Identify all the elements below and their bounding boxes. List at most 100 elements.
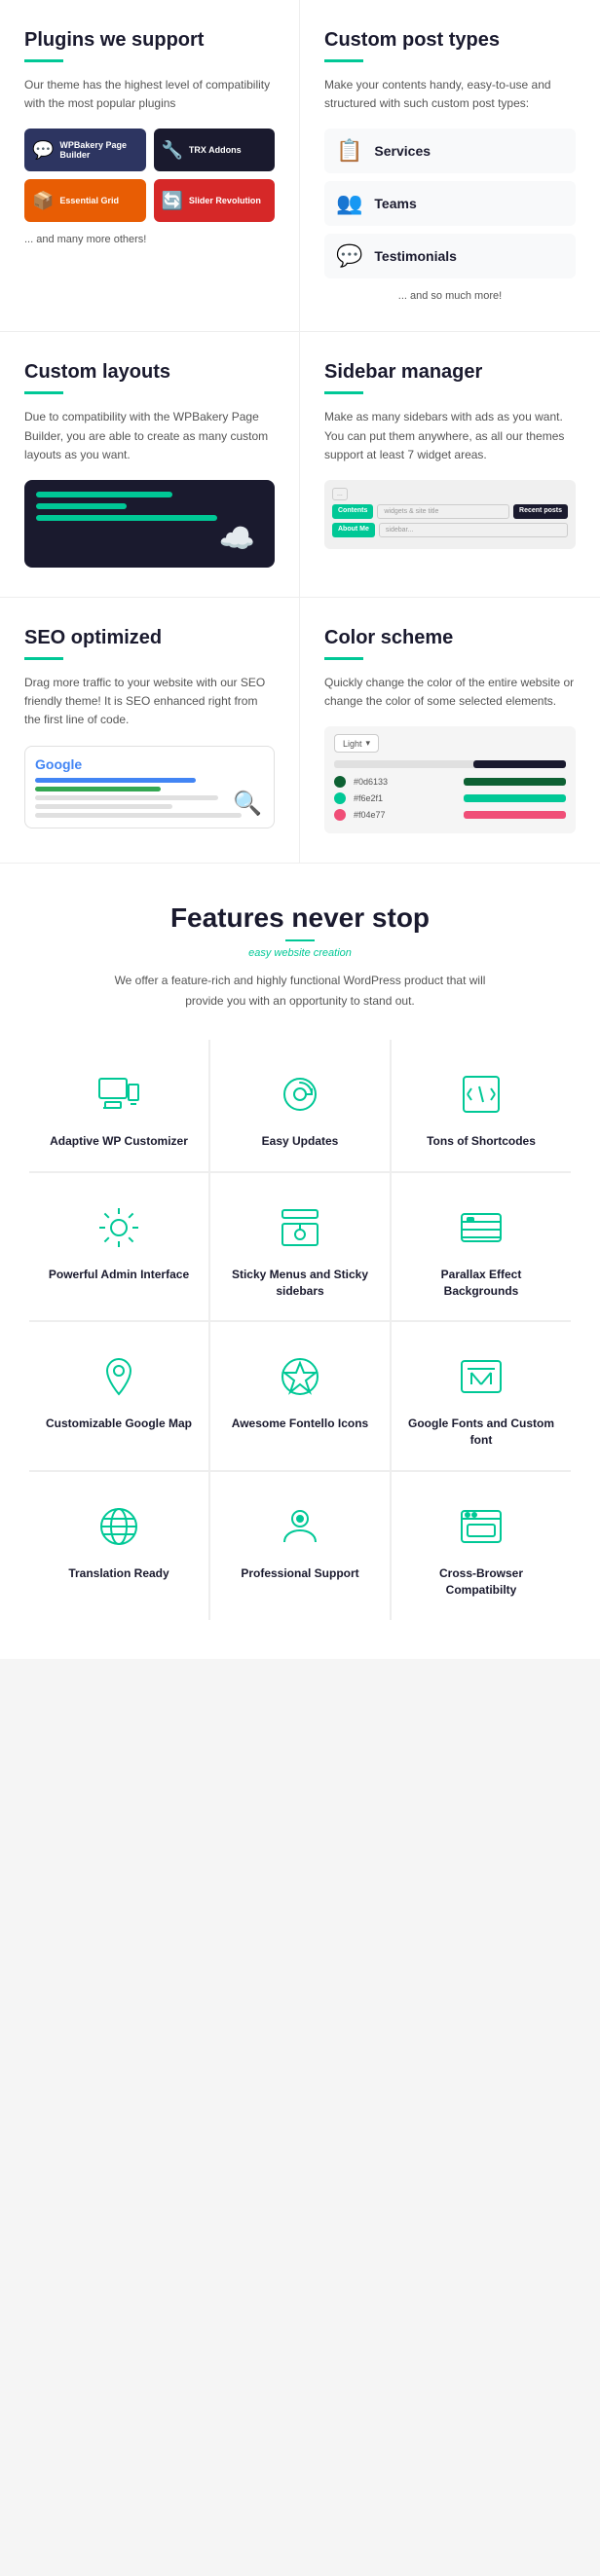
sidebar-row-1: ...	[332, 488, 568, 500]
color-row-3: #f04e77	[334, 809, 566, 821]
custom-post-green-line	[324, 59, 363, 62]
sidebar-row-2: Contents widgets & site title Recent pos…	[332, 504, 568, 519]
plugin-badge-trx: 🔧 TRX Addons	[154, 129, 276, 171]
teams-label: Teams	[374, 196, 416, 211]
features-green-divider	[285, 939, 315, 941]
plugin-badge-slider: 🔄 Slider Revolution	[154, 179, 276, 222]
cpt-services: 📋 Services	[324, 129, 576, 173]
translation-icon-wrap	[92, 1499, 146, 1554]
color-dot-1	[334, 776, 346, 788]
fontello-icon	[277, 1353, 323, 1400]
seo-preview: Google 🔍	[24, 746, 275, 828]
feature-label-adaptive: Adaptive WP Customizer	[50, 1133, 188, 1150]
teams-icon: 👥	[336, 191, 362, 216]
color-scheme-green-line	[324, 657, 363, 660]
feature-label-fonts: Google Fonts and Custom font	[407, 1416, 555, 1449]
color-bars-area	[334, 760, 566, 768]
feature-label-map: Customizable Google Map	[46, 1416, 192, 1432]
plugin-badge-essential: 📦 Essential Grid	[24, 179, 146, 222]
adaptive-wp-icon	[95, 1071, 142, 1118]
sidebar-btn-contents: Contents	[332, 504, 373, 519]
parallax-icon	[458, 1204, 505, 1251]
sidebar-outline-2: sidebar...	[379, 523, 568, 537]
testimonials-icon: 💬	[336, 243, 362, 269]
chevron-down-icon: ▾	[366, 738, 371, 749]
plugin-label-trx: TRX Addons	[189, 145, 242, 155]
color-row-1: #0d6133	[334, 776, 566, 788]
fonts-icon	[458, 1353, 505, 1400]
plugins-and-more: ... and many more others!	[24, 234, 275, 245]
fonts-icon-wrap	[454, 1349, 508, 1404]
admin-icon	[95, 1204, 142, 1251]
features-subtitle: easy website creation	[29, 947, 571, 959]
feature-sticky: Sticky Menus and Sticky sidebars	[210, 1173, 390, 1321]
fontello-icon-wrap	[273, 1349, 327, 1404]
color-scheme-desc: Quickly change the color of the entire w…	[324, 674, 576, 711]
parallax-icon-wrap	[454, 1200, 508, 1255]
services-icon: 📋	[336, 138, 362, 164]
adaptive-wp-icon-wrap	[92, 1067, 146, 1122]
sidebar-manager-green-line	[324, 391, 363, 394]
color-row-2: #f6e2f1	[334, 792, 566, 804]
slider-icon: 🔄	[162, 191, 183, 211]
browser-icon	[458, 1503, 505, 1550]
support-icon	[277, 1503, 323, 1550]
seo-line-3	[35, 813, 242, 818]
color-hex-1: #0d6133	[354, 777, 456, 787]
sidebar-manager-desc: Make as many sidebars with ads as you wa…	[324, 408, 576, 464]
color-bar-fill	[473, 760, 566, 768]
custom-layouts-section: Custom layouts Due to compatibility with…	[0, 332, 300, 597]
feature-browser: Cross-Browser Compatibilty	[392, 1472, 571, 1620]
translation-icon	[95, 1503, 142, 1550]
seo-desc: Drag more traffic to your website with o…	[24, 674, 275, 730]
seo-section: SEO optimized Drag more traffic to your …	[0, 598, 300, 863]
color-swatch-3	[464, 811, 566, 819]
admin-icon-wrap	[92, 1200, 146, 1255]
browser-icon-wrap	[454, 1499, 508, 1554]
feature-support: Professional Support	[210, 1472, 390, 1620]
plugin-label-slider: Slider Revolution	[189, 196, 261, 205]
plugins-desc: Our theme has the highest level of compa…	[24, 76, 275, 113]
sidebar-manager-title: Sidebar manager	[324, 361, 576, 384]
feature-adaptive-wp: Adaptive WP Customizer	[29, 1040, 208, 1171]
features-desc: We offer a feature-rich and highly funct…	[105, 971, 495, 1011]
color-select-box[interactable]: Light ▾	[334, 734, 379, 753]
layout-bar-1	[36, 492, 172, 497]
shortcodes-icon	[458, 1071, 505, 1118]
cpt-testimonials: 💬 Testimonials	[324, 234, 576, 278]
layout-bar-3	[36, 515, 217, 521]
sidebar-row-3: About Me sidebar...	[332, 523, 568, 537]
color-scheme-section: Color scheme Quickly change the color of…	[300, 598, 600, 863]
color-dot-3	[334, 809, 346, 821]
feature-fontello: Awesome Fontello Icons	[210, 1322, 390, 1470]
feature-label-translation: Translation Ready	[68, 1565, 169, 1582]
color-select-label: Light	[343, 739, 362, 749]
plugins-grid: 💬 WPBakery Page Builder 🔧 TRX Addons 📦 E…	[24, 129, 275, 222]
easy-updates-icon-wrap	[273, 1067, 327, 1122]
search-icon: 🔍	[233, 790, 262, 818]
shortcodes-icon-wrap	[454, 1067, 508, 1122]
easy-updates-icon	[277, 1071, 323, 1118]
sidebar-preview: ... Contents widgets & site title Recent…	[324, 480, 576, 549]
features-grid: Adaptive WP Customizer Easy Updates	[29, 1040, 571, 1620]
feature-translation: Translation Ready	[29, 1472, 208, 1620]
cpt-teams: 👥 Teams	[324, 181, 576, 226]
testimonials-label: Testimonials	[374, 248, 457, 264]
feature-label-shortcodes: Tons of Shortcodes	[427, 1133, 536, 1150]
feature-admin: Powerful Admin Interface	[29, 1173, 208, 1321]
seo-line-blue	[35, 778, 196, 783]
feature-map: Customizable Google Map	[29, 1322, 208, 1470]
sidebar-manager-section: Sidebar manager Make as many sidebars wi…	[300, 332, 600, 597]
services-label: Services	[374, 143, 431, 159]
custom-layouts-title: Custom layouts	[24, 361, 275, 384]
seo-title: SEO optimized	[24, 627, 275, 649]
feature-fonts: Google Fonts and Custom font	[392, 1322, 571, 1470]
google-logo: Google	[35, 756, 264, 772]
sidebar-btn-recent: Recent posts	[513, 504, 568, 519]
custom-post-desc: Make your contents handy, easy-to-use an…	[324, 76, 576, 113]
plugin-label-wpbakery: WPBakery Page Builder	[59, 140, 137, 160]
cpt-list: 📋 Services 👥 Teams 💬 Testimonials	[324, 129, 576, 278]
support-icon-wrap	[273, 1499, 327, 1554]
seo-lines	[35, 778, 264, 818]
color-scheme-title: Color scheme	[324, 627, 576, 649]
